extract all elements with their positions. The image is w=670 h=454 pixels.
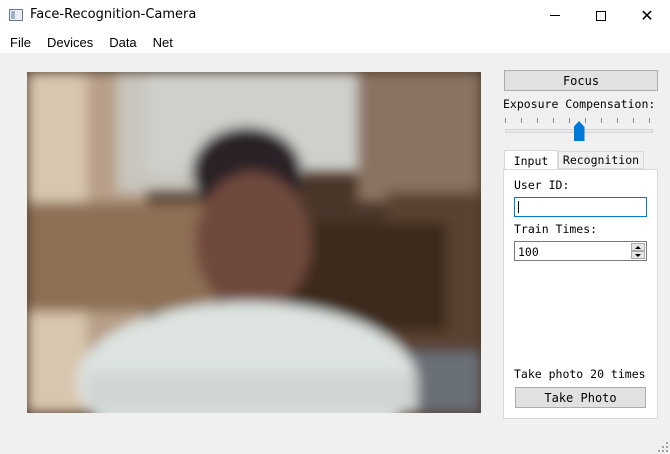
camera-viewfinder: [27, 72, 481, 413]
user-id-label: User ID:: [514, 178, 570, 192]
photo-count-info: Take photo 20 times: [514, 367, 646, 381]
take-photo-button[interactable]: Take Photo: [515, 387, 646, 408]
title-bar: Face-Recognition-Camera ✕: [0, 0, 670, 31]
close-icon: ✕: [640, 5, 654, 25]
tab-input[interactable]: Input: [504, 150, 558, 171]
menu-net[interactable]: Net: [153, 31, 173, 53]
spin-up-icon[interactable]: [631, 243, 645, 251]
train-times-value: 100: [518, 245, 539, 259]
maximize-button[interactable]: [578, 0, 624, 31]
camera-frame-image: [27, 72, 481, 413]
spin-buttons: [631, 243, 645, 259]
train-times-label: Train Times:: [514, 222, 598, 236]
exposure-compensation-label: Exposure Compensation:: [503, 97, 656, 111]
spin-down-icon[interactable]: [631, 251, 645, 259]
menu-data[interactable]: Data: [109, 31, 136, 53]
menu-devices[interactable]: Devices: [47, 31, 93, 53]
resize-grip-icon[interactable]: [658, 442, 668, 452]
text-caret: [518, 201, 519, 213]
maximize-icon: [596, 10, 606, 21]
app-icon: [9, 9, 23, 21]
menu-bar: File Devices Data Net: [0, 31, 670, 53]
close-button[interactable]: ✕: [624, 0, 670, 31]
minimize-button[interactable]: [532, 0, 578, 31]
train-times-spinbox[interactable]: 100: [514, 241, 647, 261]
minimize-icon: [550, 15, 560, 16]
focus-button[interactable]: Focus: [504, 70, 658, 91]
tab-recognition[interactable]: Recognition: [558, 151, 644, 169]
user-id-input[interactable]: [514, 197, 647, 217]
window-title: Face-Recognition-Camera: [30, 7, 197, 22]
menu-file[interactable]: File: [10, 31, 31, 53]
